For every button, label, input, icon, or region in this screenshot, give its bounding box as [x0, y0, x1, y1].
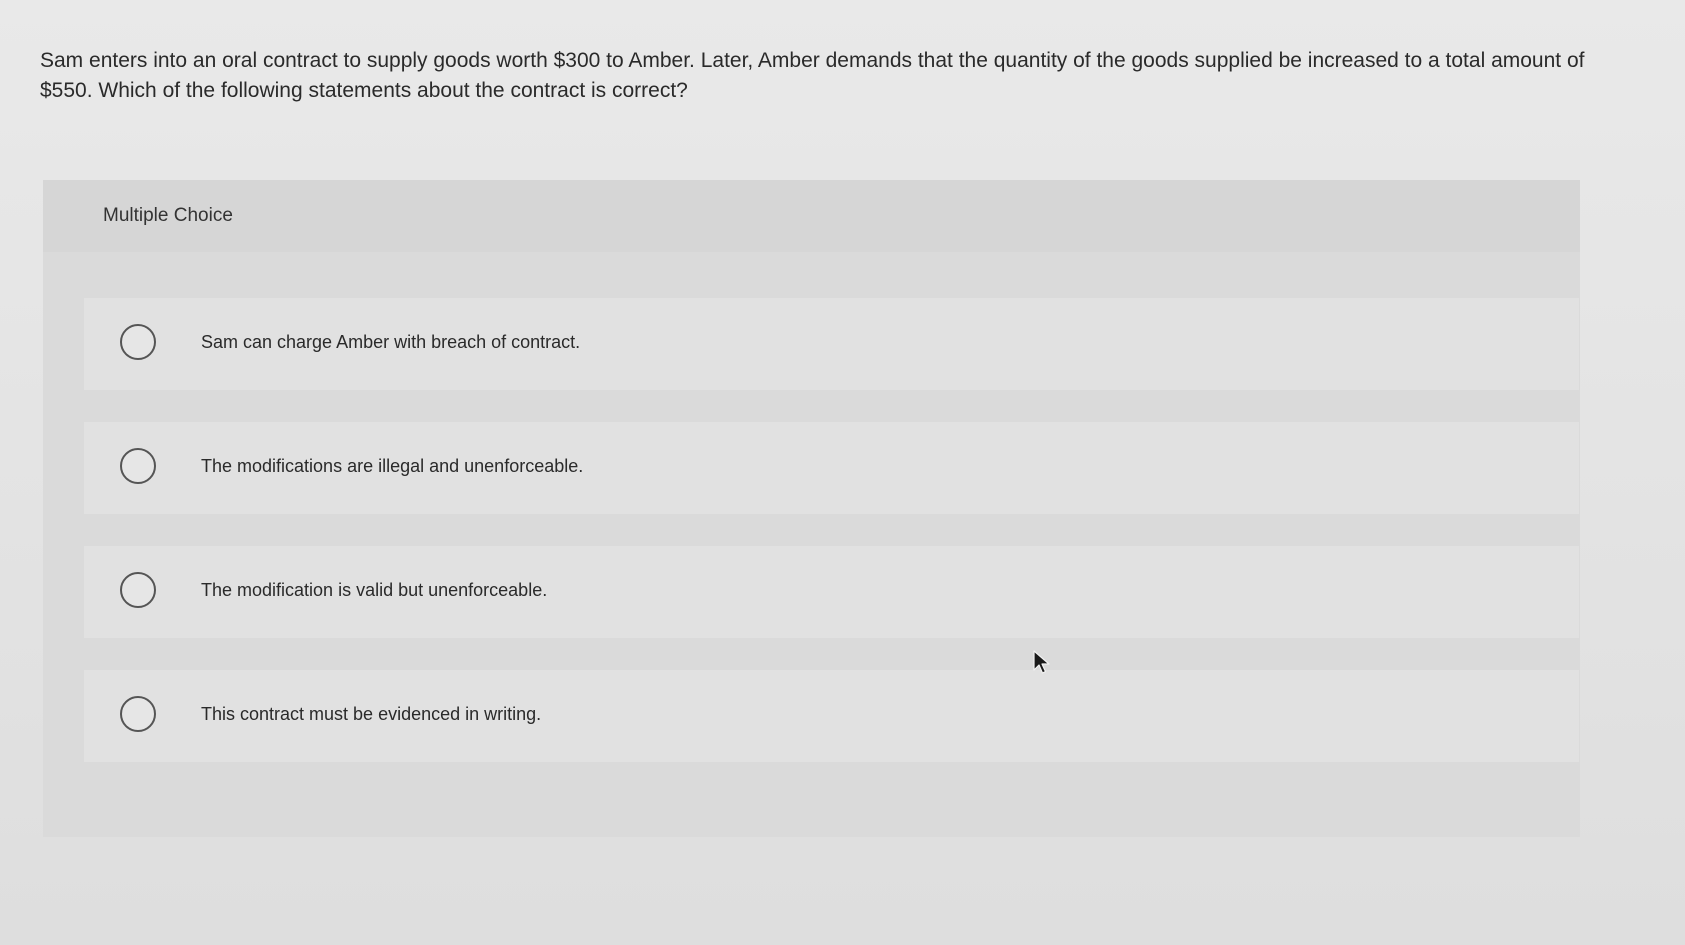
panel-header: Multiple Choice — [43, 180, 1580, 252]
answer-option-label: This contract must be evidenced in writi… — [201, 704, 542, 724]
answer-option-4[interactable]: This contract must be evidenced in writi… — [84, 670, 1579, 762]
mouse-pointer-icon — [1033, 650, 1050, 674]
screen-background: Sam enters into an oral contract to supp… — [0, 0, 1685, 945]
radio-button-icon[interactable] — [120, 572, 156, 608]
answer-option-label: The modification is valid but unenforcea… — [201, 580, 548, 600]
answer-option-3[interactable]: The modification is valid but unenforcea… — [84, 546, 1579, 638]
answer-option-2[interactable]: The modifications are illegal and unenfo… — [84, 422, 1579, 514]
radio-button-icon[interactable] — [120, 696, 156, 732]
question-text: Sam enters into an oral contract to supp… — [40, 49, 1585, 102]
answer-option-label: Sam can charge Amber with breach of cont… — [201, 332, 581, 352]
answer-option-label: The modifications are illegal and unenfo… — [201, 456, 584, 476]
answer-option-1[interactable]: Sam can charge Amber with breach of cont… — [84, 298, 1579, 390]
multiple-choice-panel: Multiple Choice Sam can charge Amber wit… — [43, 180, 1580, 837]
panel-title: Multiple Choice — [103, 205, 233, 226]
radio-button-icon[interactable] — [120, 324, 156, 360]
radio-button-icon[interactable] — [120, 448, 156, 484]
